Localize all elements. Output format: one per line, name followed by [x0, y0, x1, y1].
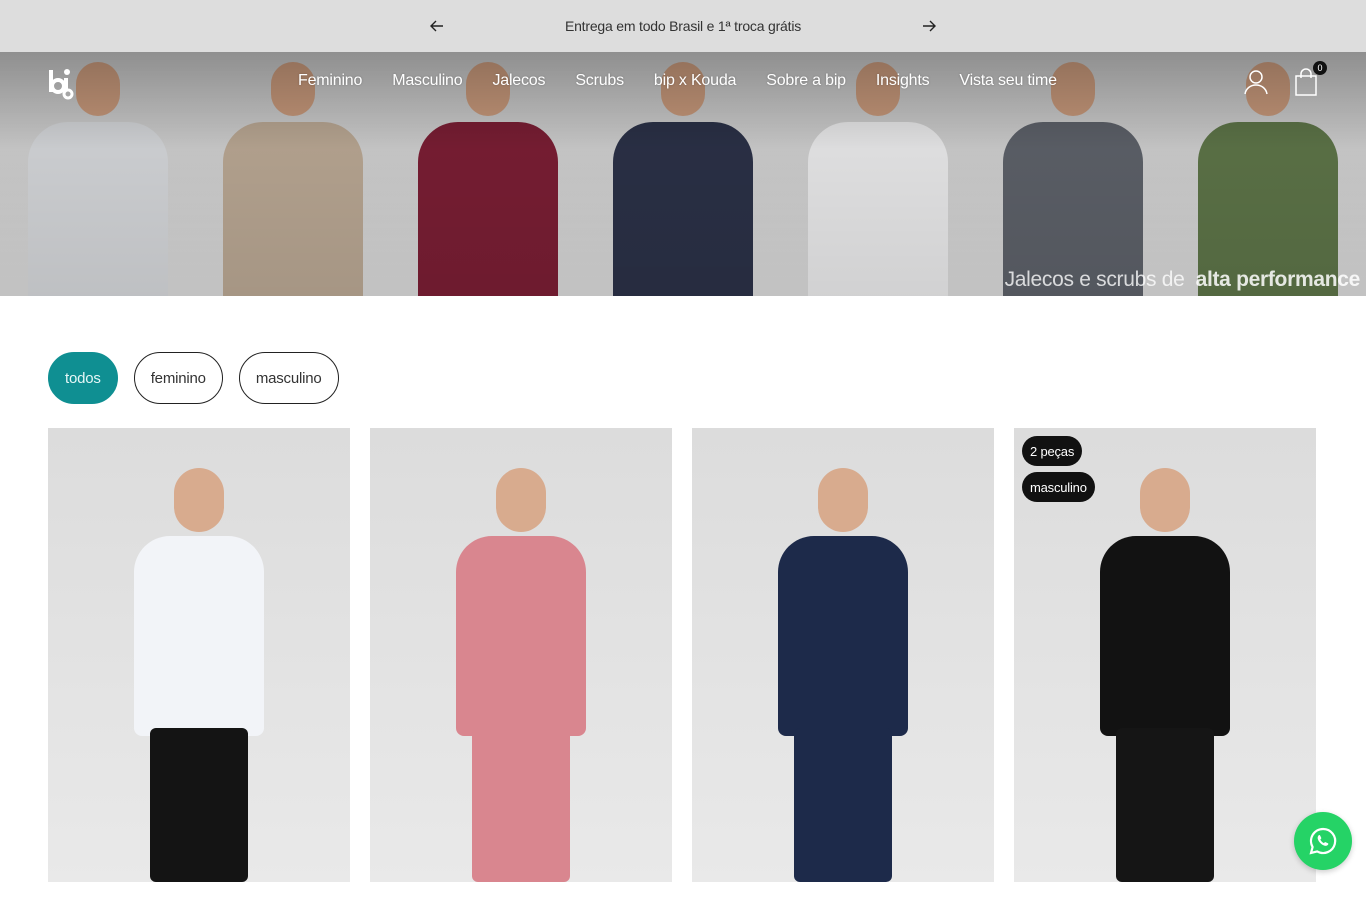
product-image: [370, 428, 672, 882]
filter-todos[interactable]: todos: [48, 352, 118, 404]
model-pants: [150, 728, 248, 882]
announcement-next-button[interactable]: [917, 14, 941, 38]
model-top: [134, 536, 264, 736]
announcement-bar: Entrega em todo Brasil e 1ª troca grátis: [0, 0, 1366, 52]
product-card[interactable]: [692, 428, 994, 882]
product-grid: 2 peças masculino: [48, 428, 1316, 882]
nav-vista-seu-time[interactable]: Vista seu time: [959, 72, 1057, 94]
model-pants: [794, 728, 892, 882]
nav-feminino[interactable]: Feminino: [298, 72, 362, 94]
product-card[interactable]: [370, 428, 672, 882]
arrow-right-icon: [923, 20, 936, 32]
hero-tagline: Jalecos e scrubs de alta performance: [1004, 268, 1361, 292]
model-pants: [1116, 728, 1214, 882]
product-card[interactable]: 2 peças masculino: [1014, 428, 1316, 882]
product-image: [692, 428, 994, 882]
nav-insights[interactable]: Insights: [876, 72, 930, 94]
category-filters: todos feminino masculino: [48, 352, 339, 404]
nav-bip-x-kouda[interactable]: bip x Kouda: [654, 72, 737, 94]
filter-feminino[interactable]: feminino: [133, 352, 223, 404]
nav-scrubs[interactable]: Scrubs: [575, 72, 624, 94]
model-head: [174, 468, 224, 532]
product-badge: masculino: [1022, 472, 1095, 502]
product-card[interactable]: [48, 428, 350, 882]
bip-logo-icon[interactable]: [46, 64, 76, 100]
announcement-text: Entrega em todo Brasil e 1ª troca grátis: [564, 18, 802, 34]
model-pants: [472, 728, 570, 882]
nav-masculino[interactable]: Masculino: [392, 72, 462, 94]
model-head: [818, 468, 868, 532]
product-badges: 2 peças masculino: [1022, 436, 1095, 502]
model-top: [778, 536, 908, 736]
cart-count-badge: 0: [1313, 61, 1327, 75]
product-image: [48, 428, 350, 882]
hero-tagline-bold: alta performance: [1195, 268, 1361, 291]
model-head: [496, 468, 546, 532]
nav-jalecos[interactable]: Jalecos: [492, 72, 545, 94]
nav-sobre-a-bip[interactable]: Sobre a bip: [766, 72, 846, 94]
hero-tagline-regular: Jalecos e scrubs de: [1004, 268, 1185, 291]
model-top: [456, 536, 586, 736]
filter-masculino[interactable]: masculino: [238, 352, 339, 404]
announcement-prev-button[interactable]: [425, 14, 449, 38]
model-head: [1140, 468, 1190, 532]
main-navigation: Feminino Masculino Jalecos Scrubs bip x …: [298, 72, 1057, 94]
whatsapp-icon: [1309, 827, 1337, 855]
model-top: [1100, 536, 1230, 736]
product-badge: 2 peças: [1022, 436, 1083, 466]
whatsapp-button[interactable]: [1294, 812, 1352, 870]
arrow-left-icon: [430, 20, 443, 32]
user-icon[interactable]: [1243, 69, 1269, 95]
